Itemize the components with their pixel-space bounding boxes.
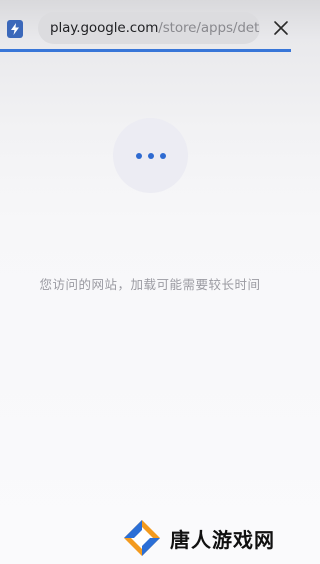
address-bar[interactable]: play.google.com/store/apps/details? xyxy=(38,12,260,44)
loading-status-message: 您访问的网站，加载可能需要较长时间 xyxy=(39,277,261,292)
loading-dot xyxy=(147,152,154,159)
tangren-logo-icon xyxy=(124,520,160,556)
page-load-progress-bar xyxy=(0,49,291,52)
loading-dot xyxy=(135,152,142,159)
lightning-glyph-icon xyxy=(11,23,19,35)
url-path: /store/apps/details? xyxy=(158,20,260,36)
watermark: 唐人游戏网 xyxy=(122,518,275,558)
url-host: play.google.com xyxy=(50,20,159,36)
watermark-text: 唐人游戏网 xyxy=(170,527,275,552)
browser-toolbar: play.google.com/store/apps/details? xyxy=(0,0,300,52)
close-button[interactable] xyxy=(271,18,291,38)
url-text: play.google.com/store/apps/details? xyxy=(50,19,260,37)
loading-dot xyxy=(159,152,166,159)
lightning-shield-icon[interactable] xyxy=(7,20,23,38)
ellipsis-loading-icon xyxy=(113,118,188,193)
close-icon xyxy=(274,21,288,35)
